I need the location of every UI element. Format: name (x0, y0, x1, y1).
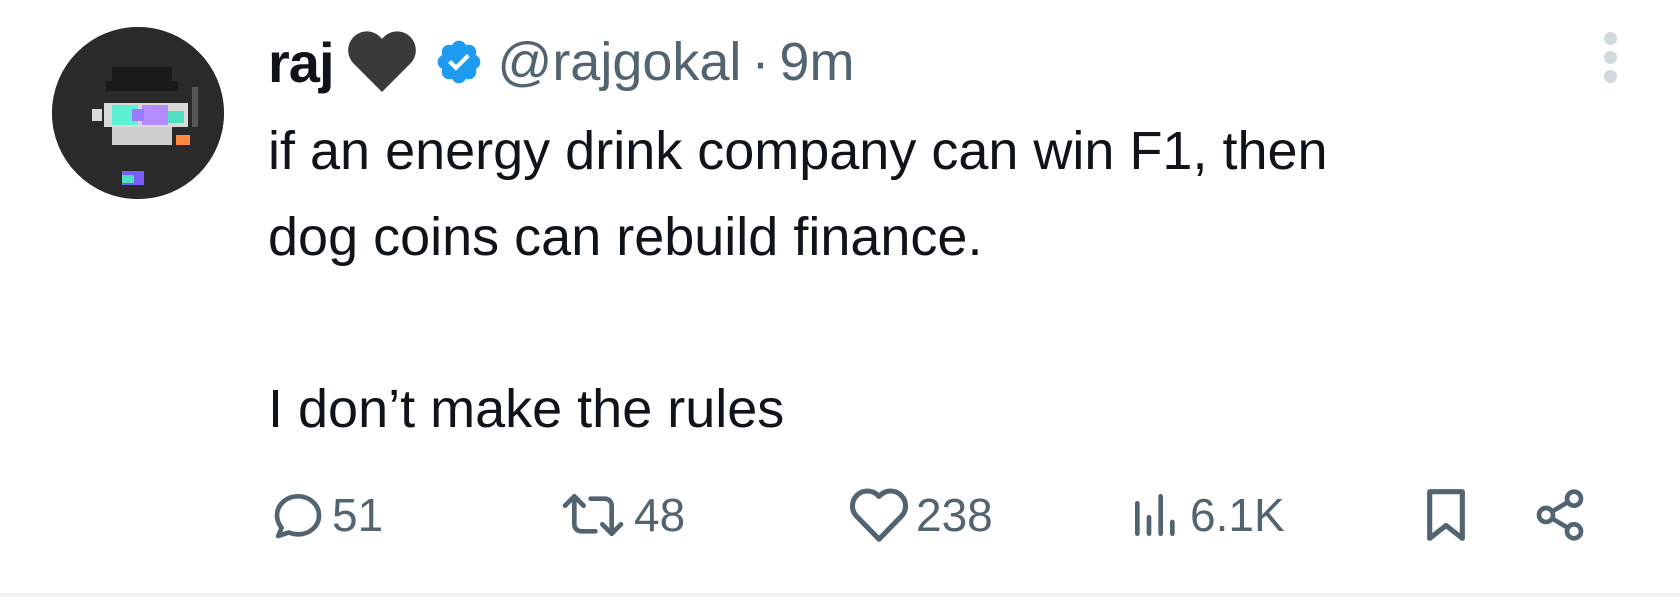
views-button[interactable]: 6.1K (1128, 480, 1285, 550)
reply-count: 51 (332, 489, 384, 541)
tweet-text-line: dog coins can rebuild finance. (268, 207, 983, 267)
verified-badge-icon[interactable] (434, 37, 484, 87)
avatar[interactable] (52, 27, 224, 199)
share-button[interactable] (1532, 480, 1588, 550)
tweet-header: raj @rajgokal · 9m (268, 18, 1640, 106)
tweet-text-line: if an energy drink company can win F1, t… (268, 121, 1328, 181)
reply-icon (270, 487, 326, 543)
like-button[interactable]: 238 (848, 480, 993, 550)
bar-chart-icon (1128, 487, 1184, 543)
retweet-button[interactable]: 48 (558, 480, 685, 550)
author-name[interactable]: raj (268, 30, 334, 95)
bookmark-button[interactable] (1418, 480, 1474, 550)
author-handle[interactable]: @rajgokal (498, 31, 742, 93)
timestamp[interactable]: 9m (779, 31, 854, 93)
views-count: 6.1K (1190, 489, 1285, 541)
reply-button[interactable]: 51 (270, 480, 383, 550)
tweet-text: if an energy drink company can win F1, t… (268, 108, 1640, 452)
pixel-avatar-image (52, 27, 224, 199)
tweet-text-blank-line (268, 280, 1640, 366)
share-icon (1532, 487, 1588, 543)
retweet-icon (558, 487, 628, 543)
like-count: 238 (916, 489, 993, 541)
heart-icon (848, 487, 910, 543)
separator-dot: · (751, 32, 770, 92)
black-heart-icon (346, 30, 418, 94)
tweet-text-line: I don’t make the rules (268, 379, 785, 439)
more-options-icon[interactable] (1600, 32, 1620, 88)
retweet-count: 48 (634, 489, 686, 541)
tweet-actions: 51 48 238 6.1K (270, 480, 1680, 550)
bookmark-icon (1418, 483, 1474, 547)
tweet-card[interactable]: raj @rajgokal · 9m if an energy drink co… (0, 0, 1680, 597)
